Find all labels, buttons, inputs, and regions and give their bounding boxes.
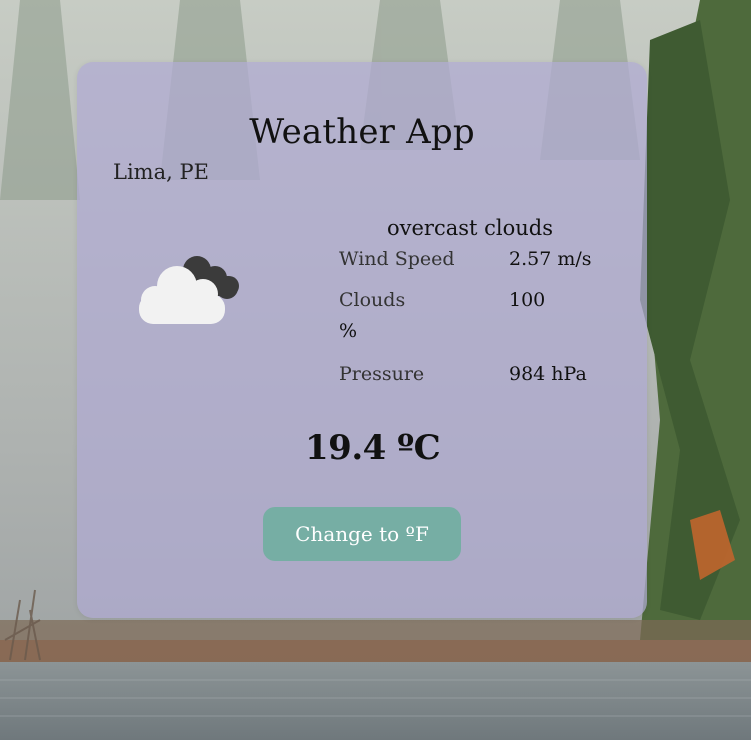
stat-label-wind: Wind Speed	[339, 248, 455, 270]
stat-value-clouds: 100	[509, 289, 546, 311]
overcast-clouds-icon	[135, 254, 243, 324]
stat-value-pressure: 984 hPa	[509, 363, 587, 385]
unit-toggle-button[interactable]: Change to ºF	[263, 507, 461, 561]
stat-label-clouds: Clouds	[339, 289, 406, 311]
stat-unit-clouds: %	[339, 320, 358, 342]
stat-value-wind: 2.57 m/s	[509, 248, 592, 270]
weather-card: Weather App Lima, PE overcast clouds Win…	[77, 62, 647, 618]
temperature-value: 19.4 ºC	[305, 428, 441, 468]
stat-label-pressure: Pressure	[339, 363, 425, 385]
app-title: Weather App	[249, 112, 475, 152]
location-label: Lima, PE	[113, 160, 209, 184]
weather-description: overcast clouds	[387, 216, 554, 240]
